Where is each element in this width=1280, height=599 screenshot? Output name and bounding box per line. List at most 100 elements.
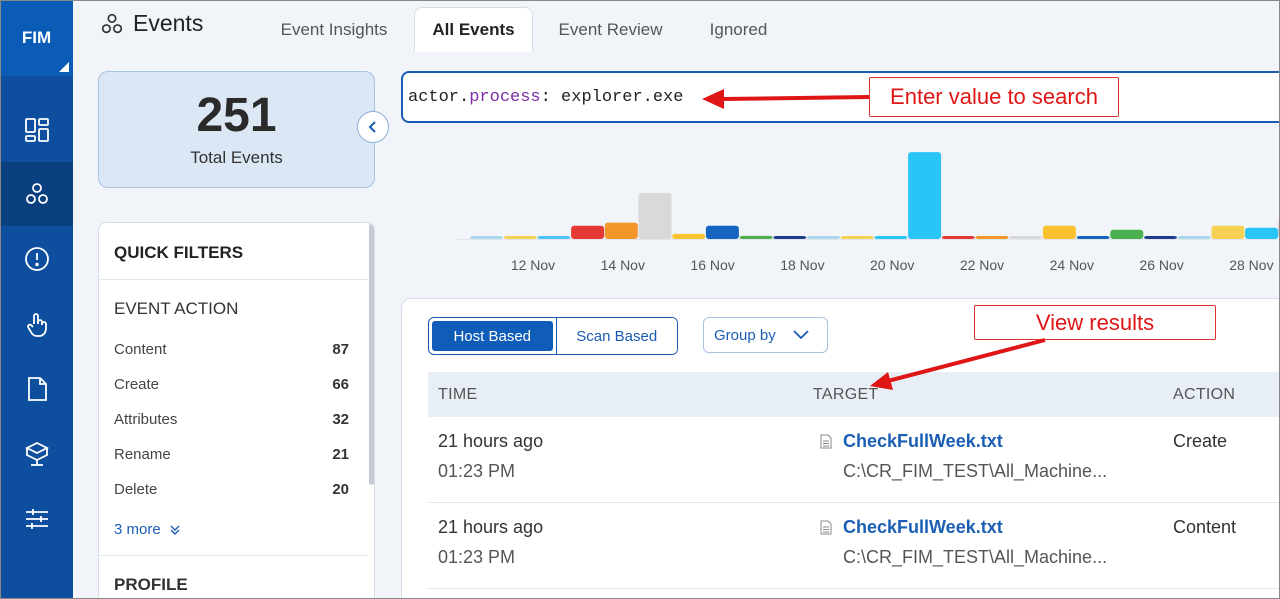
target-file-link[interactable]: CheckFullWeek.txt (843, 431, 1003, 452)
histogram-bar[interactable] (1042, 225, 1076, 239)
show-more-filters-link[interactable]: 3 more (114, 521, 181, 538)
host-based-button[interactable]: Host Based (432, 321, 553, 351)
brand-label: FIM (21, 28, 52, 47)
histogram-bar[interactable] (1144, 236, 1177, 239)
query-rest: : explorer.exe (540, 88, 684, 107)
histogram-bar[interactable] (705, 225, 739, 239)
histogram-bar[interactable] (874, 236, 908, 239)
histogram-bar[interactable] (1177, 236, 1211, 239)
rail-item-touch[interactable] (0, 292, 73, 356)
page-header: Events Event Insights All Events Event R… (73, 0, 1280, 52)
row-relative-time: 21 hours ago (438, 431, 544, 451)
histogram-bar[interactable] (739, 235, 773, 239)
divider (99, 279, 368, 280)
tab-event-review[interactable]: Event Review (548, 7, 673, 52)
table-row[interactable]: 21 hours ago 01:23 PM CheckFullWeek.txt … (428, 417, 1280, 503)
document-icon (27, 377, 47, 401)
x-tick-label: 28 Nov (1229, 257, 1273, 273)
histogram-bar[interactable] (470, 236, 503, 239)
filter-delete[interactable]: Delete 20 (114, 481, 349, 501)
file-icon (820, 434, 832, 449)
x-tick-label: 20 Nov (870, 257, 914, 273)
histogram-bar[interactable] (672, 233, 706, 239)
histogram-bar[interactable] (503, 236, 537, 239)
nav-rail: FIM (0, 0, 73, 599)
x-tick-label: 18 Nov (780, 257, 824, 273)
query-key: actor. (408, 88, 470, 107)
brand-corner-icon (59, 62, 69, 72)
table-header: TIME TARGET ACTION (428, 372, 1280, 417)
tab-event-insights[interactable]: Event Insights (269, 7, 399, 52)
histogram-bar[interactable] (908, 152, 942, 239)
target-file-path: C:\CR_FIM_TEST\All_Machine... (843, 547, 1108, 567)
alert-icon (24, 247, 49, 271)
collapse-panel-button[interactable] (357, 111, 389, 143)
x-tick-label: 16 Nov (690, 257, 734, 273)
more-label: 3 more (114, 521, 161, 538)
filter-content[interactable]: Content 87 (114, 341, 349, 361)
view-toggle: Host Based Scan Based (428, 317, 678, 355)
x-tick-label: 26 Nov (1139, 257, 1183, 273)
column-target[interactable]: TARGET (813, 386, 879, 404)
filters-scrollbar[interactable] (369, 223, 374, 485)
x-tick-label: 22 Nov (960, 257, 1004, 273)
histogram-bar[interactable] (807, 236, 840, 239)
rail-item-events[interactable] (0, 162, 73, 226)
row-action: Content (1173, 517, 1237, 537)
column-action[interactable]: ACTION (1173, 386, 1235, 404)
histogram-bar[interactable] (840, 236, 874, 239)
row-relative-time: 21 hours ago (438, 517, 544, 537)
scan-based-button[interactable]: Scan Based (555, 318, 677, 354)
histogram-bar[interactable] (1211, 225, 1245, 239)
rail-item-dashboard[interactable] (0, 98, 73, 162)
search-input[interactable]: actor.process: explorer.exe (401, 71, 1280, 123)
search-callout: Enter value to search (869, 77, 1119, 117)
histogram-bar[interactable] (1245, 227, 1279, 239)
quick-filters-title: QUICK FILTERS (114, 243, 244, 262)
column-time[interactable]: TIME (438, 386, 477, 404)
filter-create[interactable]: Create 66 (114, 376, 349, 396)
tab-ignored[interactable]: Ignored (695, 7, 782, 52)
rail-item-alerts[interactable] (0, 227, 73, 291)
rail-item-settings[interactable] (0, 487, 73, 551)
events-icon (25, 183, 48, 204)
event-action-heading: EVENT ACTION (114, 299, 239, 318)
sliders-icon (25, 509, 48, 529)
histogram-bar[interactable] (1009, 236, 1043, 239)
filter-rename[interactable]: Rename 21 (114, 446, 349, 466)
filter-label: Attributes (114, 411, 178, 428)
histogram-bar[interactable] (571, 225, 605, 239)
group-by-dropdown[interactable]: Group by (703, 317, 828, 353)
filter-attributes[interactable]: Attributes 32 (114, 411, 349, 431)
histogram-bar[interactable] (1076, 236, 1110, 239)
box-icon (24, 441, 49, 466)
rail-item-documents[interactable] (0, 357, 73, 421)
x-tick-label: 24 Nov (1050, 257, 1094, 273)
histogram-svg: 12 Nov 14 Nov 16 Nov 18 Nov 20 Nov 22 Nov 24 N… (455, 152, 1280, 273)
histogram-bar[interactable] (638, 193, 672, 239)
divider (99, 555, 368, 556)
app-brand[interactable]: FIM (0, 0, 73, 76)
total-events-card: 251 Total Events (98, 71, 375, 188)
page-title: Events (133, 10, 204, 36)
table-row[interactable]: 21 hours ago 01:23 PM CheckFullWeek.txt … (428, 503, 1280, 589)
filter-count: 66 (332, 376, 349, 393)
results-panel: Host Based Scan Based Group by TIME TARG… (401, 298, 1280, 599)
histogram-bar[interactable] (537, 236, 571, 239)
histogram-bar[interactable] (604, 222, 638, 239)
rail-item-packages[interactable] (0, 422, 73, 486)
histogram-bar[interactable] (941, 236, 975, 239)
tab-all-events[interactable]: All Events (414, 7, 533, 52)
filter-label: Delete (114, 481, 158, 498)
histogram-bar[interactable] (975, 236, 1009, 239)
histogram-bar[interactable] (1110, 229, 1144, 239)
filter-count: 20 (332, 481, 349, 498)
x-tick-label: 12 Nov (511, 257, 555, 273)
x-tick-label: 14 Nov (601, 257, 645, 273)
target-file-link[interactable]: CheckFullWeek.txt (843, 517, 1003, 538)
profile-heading: PROFILE (114, 575, 188, 594)
filter-count: 21 (332, 446, 349, 463)
events-histogram: 12 Nov 14 Nov 16 Nov 18 Nov 20 Nov 22 Nov 24 N… (440, 130, 1280, 280)
histogram-bar[interactable] (773, 236, 807, 239)
results-callout: View results (974, 305, 1216, 340)
